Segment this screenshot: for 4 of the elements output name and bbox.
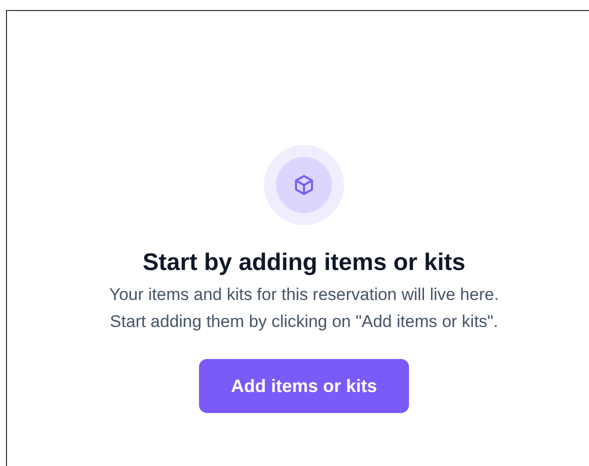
add-items-button[interactable]: Add items or kits bbox=[199, 359, 409, 413]
empty-state-description: Your items and kits for this reservation will live here. bbox=[109, 284, 499, 306]
empty-state-title: Start by adding items or kits bbox=[142, 248, 466, 278]
empty-state-description: Start adding them by clicking on "Add items or kits". bbox=[110, 311, 498, 333]
